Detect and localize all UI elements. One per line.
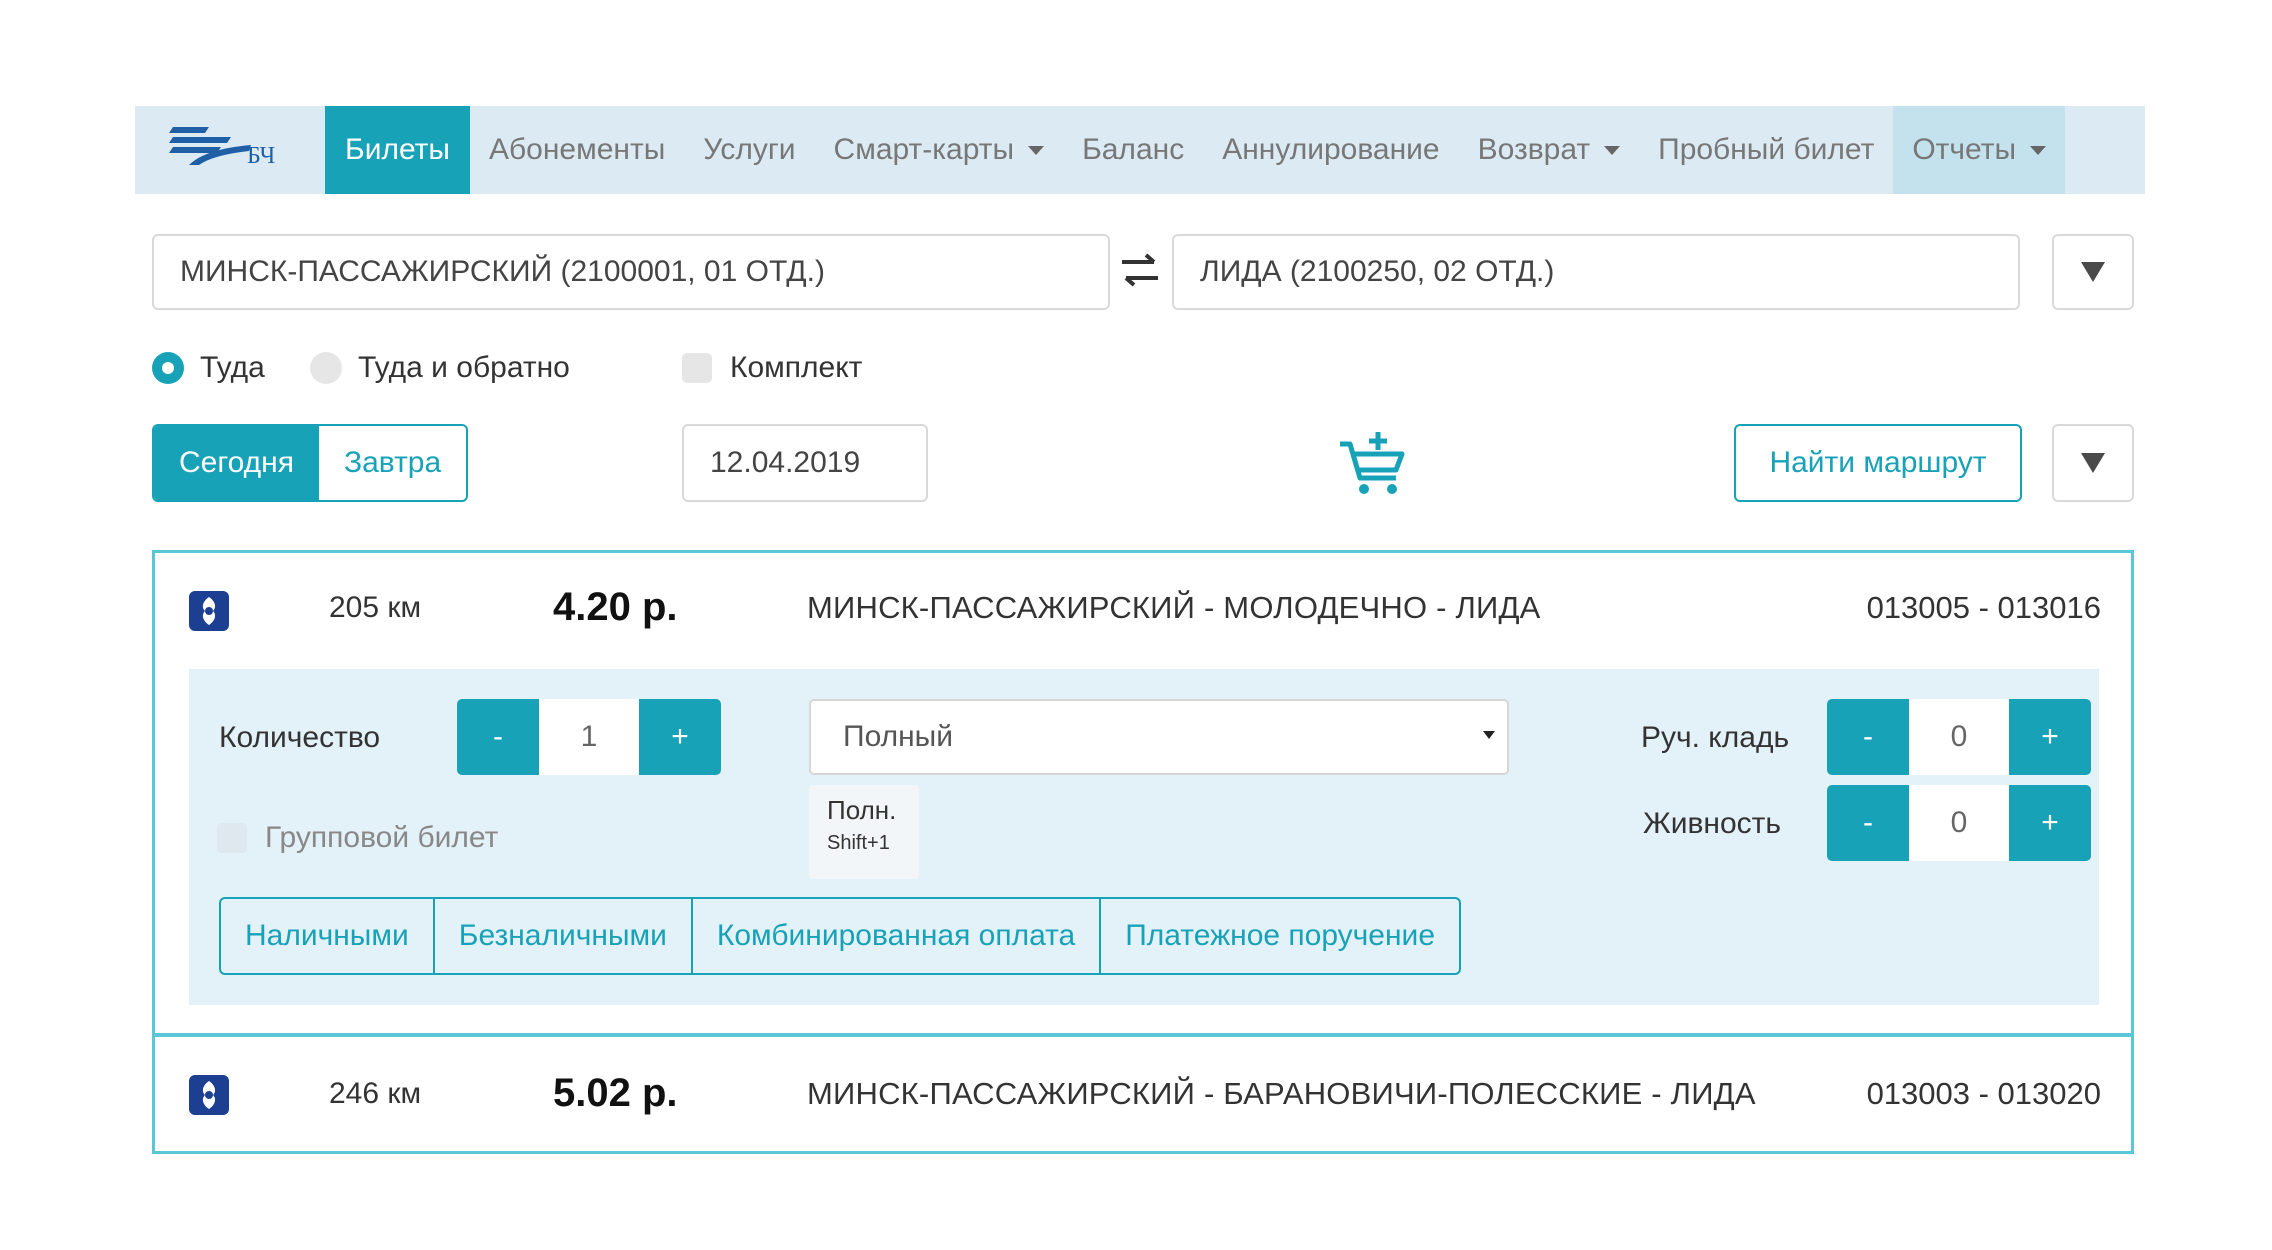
radio-checked-icon[interactable] — [152, 352, 184, 384]
quantity-minus-button[interactable]: - — [457, 699, 539, 775]
train-type-icon — [189, 1075, 229, 1115]
nav-tab-refund[interactable]: Возврат — [1459, 106, 1640, 194]
dropdown-caret-icon — [2030, 145, 2047, 155]
pay-cashless-button[interactable]: Безналичными — [432, 899, 691, 973]
animals-label: Живность — [1643, 807, 1782, 840]
nav-tab-balance[interactable]: Баланс — [1063, 106, 1203, 194]
route-options-toggle[interactable] — [2052, 234, 2134, 310]
nav-tab-tickets[interactable]: Билеты — [325, 106, 470, 194]
payment-method-group: Наличными Безналичными Комбинированная о… — [219, 897, 1462, 975]
animals-minus-button[interactable]: - — [1827, 785, 1909, 861]
route-stations: МИНСК-ПАССАЖИРСКИЙ - МОЛОДЕЧНО - ЛИДА — [807, 590, 1541, 625]
route-result-card[interactable]: 246 км 5.02 р. МИНСК-ПАССАЖИРСКИЙ - БАРА… — [152, 1034, 2134, 1154]
group-ticket-option[interactable]: Групповой билет — [217, 821, 498, 855]
kit-checkbox[interactable] — [682, 353, 712, 383]
pay-combined-button[interactable]: Комбинированная оплата — [690, 899, 1099, 973]
dropdown-caret-icon — [1028, 145, 1045, 155]
triangle-down-icon — [2081, 262, 2105, 282]
nav-tab-reports[interactable]: Отчеты — [1893, 106, 2066, 194]
departure-station-input[interactable]: МИНСК-ПАССАЖИРСКИЙ (2100001, 01 ОТД.) — [152, 234, 1110, 310]
trip-round-option[interactable]: Туда и обратно — [310, 348, 570, 388]
arrival-station-input[interactable]: ЛИДА (2100250, 02 ОТД.) — [1172, 234, 2020, 310]
route-distance: 246 км — [329, 1077, 422, 1110]
top-navbar: БЧ Билеты Абонементы Услуги Смарт-карты … — [135, 106, 2145, 194]
nav-tab-smart-cards[interactable]: Смарт-карты — [815, 106, 1064, 194]
day-toggle-group: Сегодня Завтра — [152, 424, 469, 502]
pay-cash-button[interactable]: Наличными — [221, 899, 433, 973]
find-route-button[interactable]: Найти маршрут — [1734, 424, 2022, 502]
train-numbers: 013005 - 013016 — [1866, 590, 2101, 625]
tariff-shortcut-hint: Полн. Shift+1 — [809, 785, 919, 879]
tomorrow-button[interactable]: Завтра — [319, 426, 466, 500]
route-result-header[interactable]: 246 км 5.02 р. МИНСК-ПАССАЖИРСКИЙ - БАРА… — [155, 1037, 2131, 1151]
search-options-toggle[interactable] — [2052, 424, 2134, 502]
hand-luggage-stepper: - 0 + — [1827, 699, 2091, 775]
nav-tab-cancellation[interactable]: Аннулирование — [1203, 106, 1458, 194]
bch-logo[interactable]: БЧ — [135, 106, 325, 194]
date-input[interactable]: 12.04.2019 — [682, 424, 928, 502]
hint-label: Полн. — [827, 795, 897, 825]
hint-shortcut: Shift+1 — [827, 832, 890, 854]
nav-tab-services[interactable]: Услуги — [684, 106, 814, 194]
quantity-plus-button[interactable]: + — [639, 699, 721, 775]
pay-order-button[interactable]: Платежное поручение — [1099, 899, 1459, 973]
route-price: 5.02 р. — [553, 1071, 678, 1115]
route-price: 4.20 р. — [553, 585, 678, 629]
route-stations: МИНСК-ПАССАЖИРСКИЙ - БАРАНОВИЧИ-ПОЛЕССКИ… — [807, 1076, 1756, 1111]
hand-luggage-label: Руч. кладь — [1641, 721, 1790, 754]
ticket-details-panel: Количество - 1 + Полный Полн. Shift+1 Гр… — [189, 669, 2099, 1005]
triangle-down-icon — [2081, 453, 2105, 473]
quantity-stepper: - 1 + — [457, 699, 721, 775]
select-arrow-icon — [1483, 731, 1495, 739]
animals-stepper: - 0 + — [1827, 785, 2091, 861]
route-result-card[interactable]: 205 км 4.20 р. МИНСК-ПАССАЖИРСКИЙ - МОЛО… — [152, 550, 2134, 1036]
nav-tab-trial-ticket[interactable]: Пробный билет — [1639, 106, 1893, 194]
route-distance: 205 км — [329, 591, 422, 624]
svg-text:БЧ: БЧ — [247, 143, 275, 169]
kit-option[interactable]: Комплект — [682, 348, 862, 388]
dropdown-caret-icon — [1604, 145, 1621, 155]
train-type-icon — [189, 591, 229, 631]
route-result-header[interactable]: 205 км 4.20 р. МИНСК-ПАССАЖИРСКИЙ - МОЛО… — [155, 553, 2131, 667]
hand-luggage-minus-button[interactable]: - — [1827, 699, 1909, 775]
animals-value[interactable]: 0 — [1909, 785, 2009, 861]
train-numbers: 013003 - 013020 — [1866, 1076, 2101, 1111]
add-to-cart-icon[interactable] — [1336, 430, 1408, 498]
today-button[interactable]: Сегодня — [154, 426, 319, 500]
hand-luggage-value[interactable]: 0 — [1909, 699, 2009, 775]
quantity-value[interactable]: 1 — [539, 699, 639, 775]
hand-luggage-plus-button[interactable]: + — [2009, 699, 2091, 775]
group-ticket-checkbox[interactable] — [217, 823, 247, 853]
animals-plus-button[interactable]: + — [2009, 785, 2091, 861]
swap-stations-icon[interactable] — [1118, 252, 1162, 288]
trip-one-way-option[interactable]: Туда — [152, 348, 265, 388]
radio-unchecked-icon[interactable] — [310, 352, 342, 384]
bch-logo-icon: БЧ — [169, 127, 275, 169]
tariff-select[interactable]: Полный — [809, 699, 1509, 775]
nav-tab-subscriptions[interactable]: Абонементы — [470, 106, 684, 194]
quantity-label: Количество — [219, 721, 381, 754]
